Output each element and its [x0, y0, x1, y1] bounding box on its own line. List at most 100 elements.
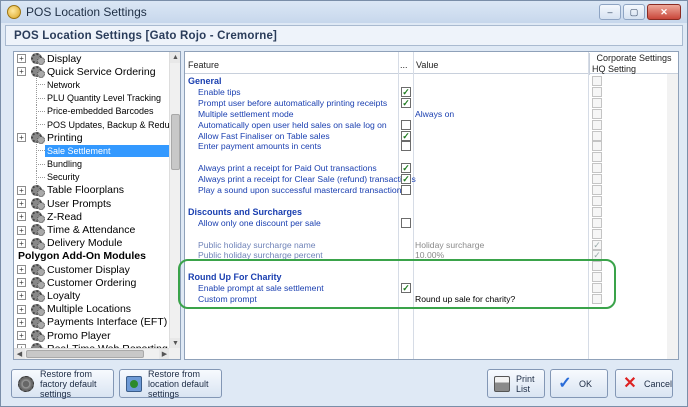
hq-setting-checkbox	[592, 228, 602, 239]
tree-item[interactable]: + Customer Ordering	[14, 276, 170, 290]
tree-item[interactable]: + Loyalty	[14, 289, 170, 303]
tree-vertical-scrollbar[interactable]: ▲ ▼	[169, 52, 180, 349]
tree-item[interactable]: Polygon Add-On Modules	[14, 250, 170, 263]
setting-value[interactable]: Always on	[415, 109, 454, 119]
tree-item[interactable]: + Table Floorplans	[14, 184, 170, 197]
minimize-button[interactable]: –	[599, 4, 621, 20]
expand-icon[interactable]: +	[17, 133, 26, 143]
restore-gear-icon	[18, 375, 34, 392]
expand-icon[interactable]: +	[17, 278, 26, 288]
tree-item[interactable]: + Promo Player	[14, 329, 170, 342]
tree-item[interactable]: Sale Settlement	[14, 144, 170, 158]
tree-item[interactable]: + Delivery Module	[14, 237, 170, 250]
setting-checkbox[interactable]: ✓	[401, 97, 411, 108]
expand-icon[interactable]: +	[17, 238, 26, 248]
tree-item[interactable]: POS Updates, Backup & Redundancy	[14, 117, 170, 131]
grid-vertical-scrollbar[interactable]	[667, 74, 678, 359]
grid-row[interactable]: Prompt user before automatically printin…	[185, 97, 678, 109]
setting-checkbox[interactable]: ✓	[401, 174, 411, 185]
hq-setting-checkbox	[592, 86, 602, 97]
restore-factory-defaults-button[interactable]: Restore from factory default settings	[11, 369, 114, 399]
expand-icon[interactable]: +	[17, 291, 26, 301]
hq-setting-checkbox	[592, 141, 602, 152]
setting-checkbox[interactable]	[401, 119, 411, 130]
tree-scroll-thumb[interactable]	[171, 114, 180, 170]
setting-checkbox[interactable]	[401, 141, 411, 152]
feature-label: Automatically open user held sales on sa…	[198, 119, 387, 130]
tree-item-label: Bundling	[47, 159, 83, 170]
tree-connector	[36, 97, 45, 99]
restore-location-defaults-button[interactable]: Restore from location default settings	[119, 368, 222, 399]
tree-item[interactable]: Price-embedded Barcodes	[14, 104, 170, 118]
tree-item[interactable]: + Payments Interface (EFT)	[14, 316, 170, 329]
tree-item-label: Table Floorplans	[47, 184, 125, 197]
grid-section-row[interactable]: Discounts and Surcharges	[185, 206, 678, 218]
round-up-charity-highlight	[178, 259, 616, 309]
grid-row[interactable]: Public holiday surcharge name Holiday sur…	[185, 239, 678, 251]
expand-icon[interactable]: +	[17, 54, 26, 64]
grid-row[interactable]: Always print a receipt for Paid Out tran…	[185, 163, 678, 174]
maximize-button[interactable]: ▢	[623, 4, 645, 20]
expand-icon[interactable]: +	[17, 331, 26, 341]
tree-item[interactable]: + Quick Service Ordering	[14, 65, 170, 79]
setting-checkbox[interactable]: ✓	[401, 163, 411, 174]
cancel-x-icon: ✕	[623, 374, 637, 392]
restore-location-label: Restore from location default settings	[148, 368, 209, 399]
grid-row[interactable]: Automatically open user held sales on sa…	[185, 119, 678, 131]
tree-item[interactable]: Network	[14, 78, 170, 92]
cancel-button[interactable]: ✕ Cancel	[615, 369, 673, 398]
grid-row[interactable]: Play a sound upon successful mastercard …	[185, 185, 678, 196]
setting-value[interactable]: Holiday surcharge	[415, 240, 484, 250]
tree-item[interactable]: + Printing	[14, 131, 170, 145]
setting-checkbox[interactable]: ✓	[401, 86, 411, 97]
tree-connector	[36, 110, 45, 112]
tree-item[interactable]: + Time & Attendance	[14, 223, 170, 237]
expand-icon[interactable]: +	[17, 67, 26, 77]
grid-row[interactable]: Multiple settlement mode Always on	[185, 108, 678, 120]
feature-label: Allow only one discount per sale	[198, 217, 321, 228]
scroll-up-icon[interactable]: ▲	[170, 52, 180, 63]
tree-horizontal-scrollbar[interactable]: ◀ ▶	[14, 348, 170, 359]
grid-header: Feature ... Value Corporate Settings HQ …	[185, 52, 678, 75]
expand-icon[interactable]: +	[17, 304, 26, 314]
hq-setting-checkbox	[592, 76, 602, 86]
tree-item-label: User Prompts	[47, 197, 112, 210]
close-button[interactable]: ✕	[647, 4, 681, 20]
expand-icon[interactable]: +	[17, 225, 26, 235]
grid-row[interactable]: Allow only one discount per sale	[185, 217, 678, 229]
grid-row[interactable]: Allow Fast Finaliser on Table sales ✓	[185, 130, 678, 142]
scroll-left-icon[interactable]: ◀	[14, 349, 25, 359]
tree-item[interactable]: Security	[14, 170, 170, 184]
expand-icon[interactable]: +	[17, 265, 26, 275]
settings-tree[interactable]: + Display + Quick Service Ordering Network PL…	[13, 51, 181, 360]
tree-item[interactable]: + Customer Display	[14, 263, 170, 276]
tree-item[interactable]: + Z-Read	[14, 210, 170, 224]
setting-checkbox[interactable]	[401, 217, 411, 228]
grid-row[interactable]: Enable tips ✓	[185, 86, 678, 98]
tree-item[interactable]: + Multiple Locations	[14, 303, 170, 316]
tree-item[interactable]: Bundling	[14, 157, 170, 171]
expand-icon[interactable]: +	[17, 317, 26, 327]
tree-item-label: Polygon Add-On Modules	[18, 250, 146, 263]
expand-icon[interactable]: +	[17, 199, 26, 209]
feature-label: Prompt user before automatically printin…	[198, 97, 388, 108]
ok-button[interactable]: ✓ OK	[550, 369, 608, 398]
grid-row[interactable]	[185, 195, 678, 207]
print-list-button[interactable]: Print List	[487, 369, 545, 398]
expand-icon[interactable]: +	[17, 212, 26, 222]
tree-item[interactable]: PLU Quantity Level Tracking	[14, 91, 170, 105]
grid-row[interactable]	[185, 228, 678, 240]
tree-item[interactable]: + Display	[14, 52, 170, 65]
grid-row[interactable]	[185, 152, 678, 163]
grid-row[interactable]: Always print a receipt for Clear Sale (r…	[185, 174, 678, 185]
grid-row[interactable]: Enter payment amounts in cents	[185, 141, 678, 152]
tree-hscroll-thumb[interactable]	[26, 350, 144, 358]
hq-setting-checkbox	[592, 108, 602, 119]
grid-section-row[interactable]: General	[185, 76, 678, 87]
expand-icon[interactable]: +	[17, 185, 26, 195]
tree-item[interactable]: + User Prompts	[14, 197, 170, 211]
setting-checkbox[interactable]: ✓	[401, 130, 411, 141]
setting-checkbox[interactable]	[401, 185, 411, 195]
feature-label: Enter payment amounts in cents	[198, 141, 322, 152]
title-bar: POS Location Settings – ▢ ✕	[1, 1, 687, 23]
